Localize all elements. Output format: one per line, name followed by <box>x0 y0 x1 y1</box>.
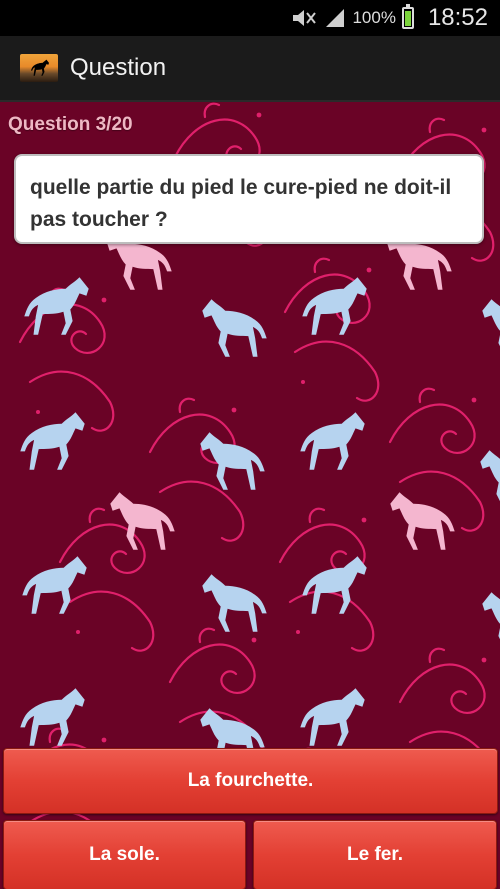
battery-icon <box>401 4 414 29</box>
answer-label: La sole. <box>89 844 160 865</box>
signal-icon <box>326 9 345 27</box>
question-text: quelle partie du pied le cure-pied ne do… <box>30 176 452 231</box>
answer-button-1[interactable]: La fourchette. <box>3 748 498 814</box>
horse-app-icon[interactable] <box>20 54 58 82</box>
status-bar: 100% 18:52 <box>0 0 500 36</box>
page-title: Question <box>70 54 167 81</box>
status-icons: 100% 18:52 <box>290 0 488 36</box>
battery-percent: 100% <box>352 8 396 27</box>
question-counter: Question 3/20 <box>8 114 133 135</box>
question-card: quelle partie du pied le cure-pied ne do… <box>14 154 484 244</box>
answer-label: Le fer. <box>347 844 403 865</box>
quiz-screen: Question 3/20 quelle partie du pied le c… <box>0 102 500 889</box>
answer-button-2[interactable]: La sole. <box>3 820 246 889</box>
mute-icon <box>293 10 317 26</box>
clock: 18:52 <box>427 4 488 31</box>
answer-label: La fourchette. <box>187 770 314 791</box>
action-bar: Question <box>0 36 500 102</box>
answer-button-3[interactable]: Le fer. <box>253 820 497 889</box>
